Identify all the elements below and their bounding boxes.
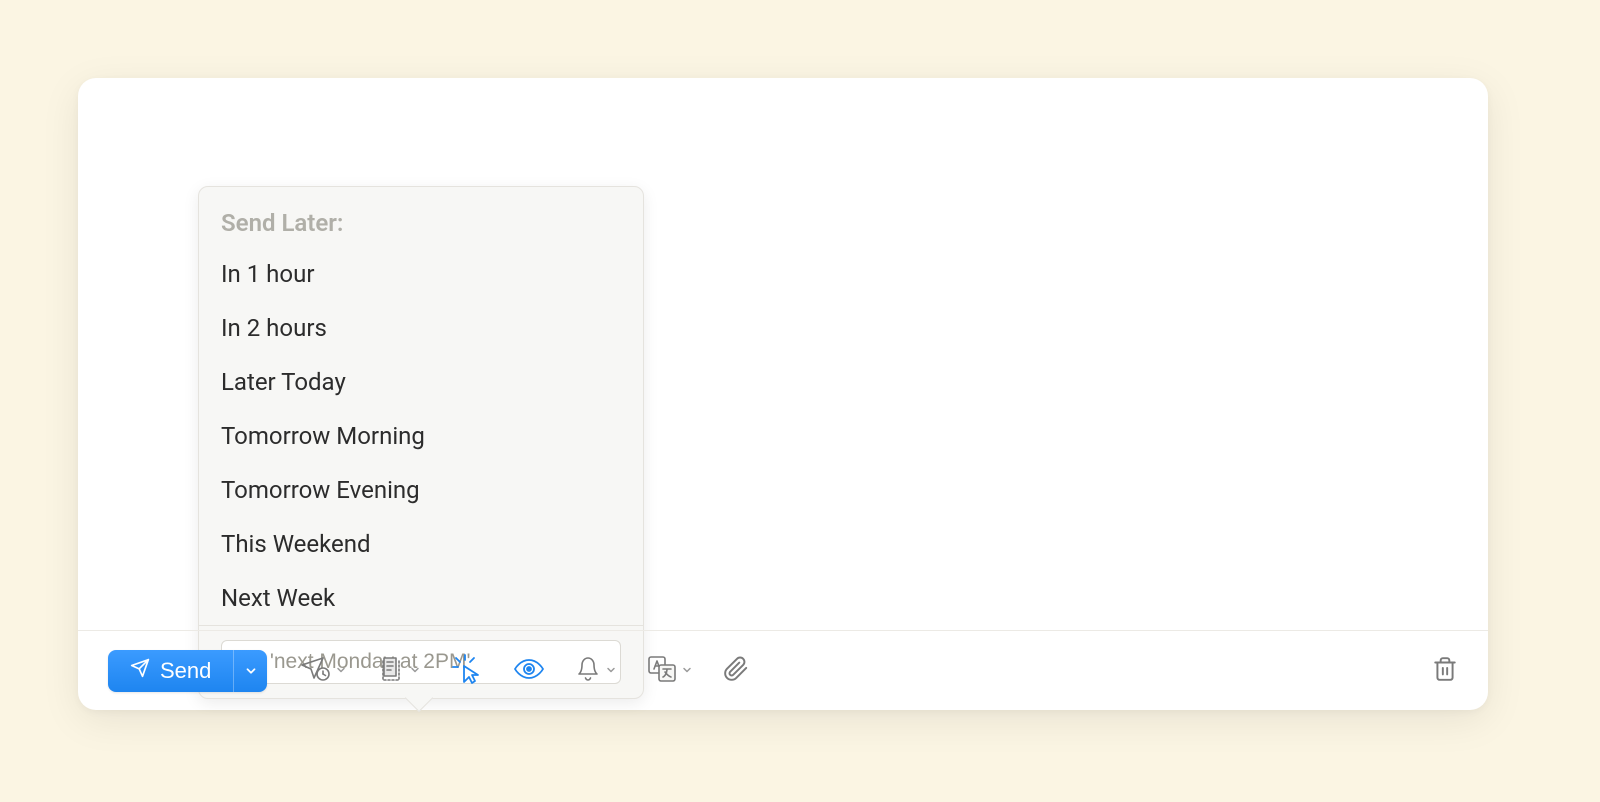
send-later-option-this-weekend[interactable]: This Weekend: [199, 517, 643, 571]
send-later-popup: Send Later: In 1 hour In 2 hours Later T…: [198, 186, 644, 699]
chevron-down-icon: [335, 661, 347, 680]
trash-icon: [1432, 668, 1458, 687]
send-later-option-tomorrow-evening[interactable]: Tomorrow Evening: [199, 463, 643, 517]
read-receipts-button[interactable]: [513, 657, 545, 685]
send-later-option-next-week[interactable]: Next Week: [199, 571, 643, 625]
chevron-down-icon: [605, 661, 617, 680]
click-tracking-button[interactable]: [451, 653, 483, 689]
translate-button[interactable]: [647, 655, 693, 687]
send-button[interactable]: Send: [108, 650, 233, 692]
eye-icon: [513, 657, 545, 685]
send-later-header: Send Later:: [199, 187, 643, 247]
send-later-icon: [301, 656, 331, 686]
attachment-button[interactable]: [723, 655, 749, 687]
send-later-option-2hours[interactable]: In 2 hours: [199, 301, 643, 355]
send-later-option-later-today[interactable]: Later Today: [199, 355, 643, 409]
sparkle-cursor-icon: [451, 653, 483, 689]
reminders-button[interactable]: [575, 655, 617, 687]
chevron-down-icon: [681, 661, 693, 680]
send-dropdown-button[interactable]: [233, 650, 267, 692]
template-icon: [377, 655, 405, 687]
send-icon: [130, 658, 150, 684]
compose-window: Send Later: In 1 hour In 2 hours Later T…: [78, 78, 1488, 710]
templates-button[interactable]: [377, 655, 421, 687]
send-later-button[interactable]: [301, 656, 347, 686]
chevron-down-icon: [409, 661, 421, 680]
send-later-option-1hour[interactable]: In 1 hour: [199, 247, 643, 301]
chevron-down-icon: [244, 664, 258, 678]
send-button-label: Send: [160, 658, 211, 684]
discard-button[interactable]: [1432, 655, 1458, 687]
send-later-options: In 1 hour In 2 hours Later Today Tomorro…: [199, 247, 643, 625]
paperclip-icon: [723, 655, 749, 687]
translate-icon: [647, 655, 677, 687]
compose-toolbar: Send: [78, 630, 1488, 710]
send-button-group: Send: [108, 650, 267, 692]
toolbar-actions: [301, 653, 749, 689]
send-later-option-tomorrow-morning[interactable]: Tomorrow Morning: [199, 409, 643, 463]
bell-icon: [575, 655, 601, 687]
